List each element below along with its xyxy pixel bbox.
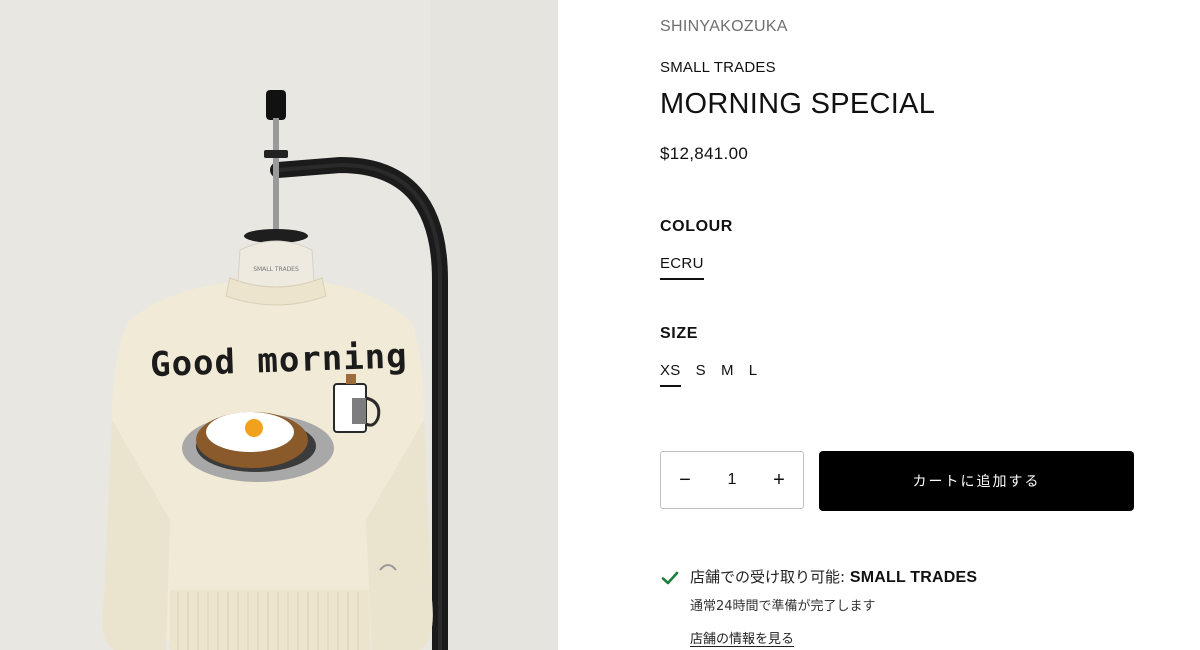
sweater-on-mannequin-illustration: SMALL TRADES Good morning — [0, 0, 558, 650]
size-option-xs[interactable]: XS — [660, 362, 681, 387]
product-info: SHINYAKOZUKA SMALL TRADES MORNING SPECIA… — [660, 0, 1160, 650]
quantity-decrease-button[interactable]: − — [661, 452, 709, 508]
product-price: $12,841.00 — [660, 144, 749, 163]
pickup-store-name: SMALL TRADES — [849, 569, 978, 586]
pickup-status-prefix: 店舗での受け取り可能: — [690, 568, 850, 586]
collection-name: SMALL TRADES — [660, 59, 776, 76]
quantity-input[interactable]: 1 — [712, 471, 752, 489]
colour-option-ecru[interactable]: ECRU — [660, 255, 704, 280]
pickup-status: 店舗での受け取り可能: SMALL TRADES — [690, 566, 977, 587]
size-label: SIZE — [660, 325, 698, 342]
size-option-m[interactable]: M — [721, 362, 734, 387]
colour-label: COLOUR — [660, 218, 733, 235]
quantity-stepper: − 1 + — [660, 451, 804, 509]
checkmark-icon — [661, 571, 679, 585]
add-to-cart-button[interactable]: カートに追加する — [819, 451, 1134, 511]
store-info-link[interactable]: 店舗の情報を見る — [690, 628, 794, 647]
neck-label-text: SMALL TRADES — [253, 266, 299, 273]
size-option-s[interactable]: S — [696, 362, 706, 387]
pickup-ready-note: 通常24時間で準備が完了します — [690, 599, 876, 614]
quantity-increase-button[interactable]: + — [755, 452, 803, 508]
vendor-link[interactable]: SHINYAKOZUKA — [660, 18, 788, 36]
product-image: SMALL TRADES Good morning — [0, 0, 558, 650]
size-selector: XS S M L — [660, 362, 772, 387]
size-option-l[interactable]: L — [749, 362, 758, 387]
product-title: MORNING SPECIAL — [660, 88, 936, 120]
